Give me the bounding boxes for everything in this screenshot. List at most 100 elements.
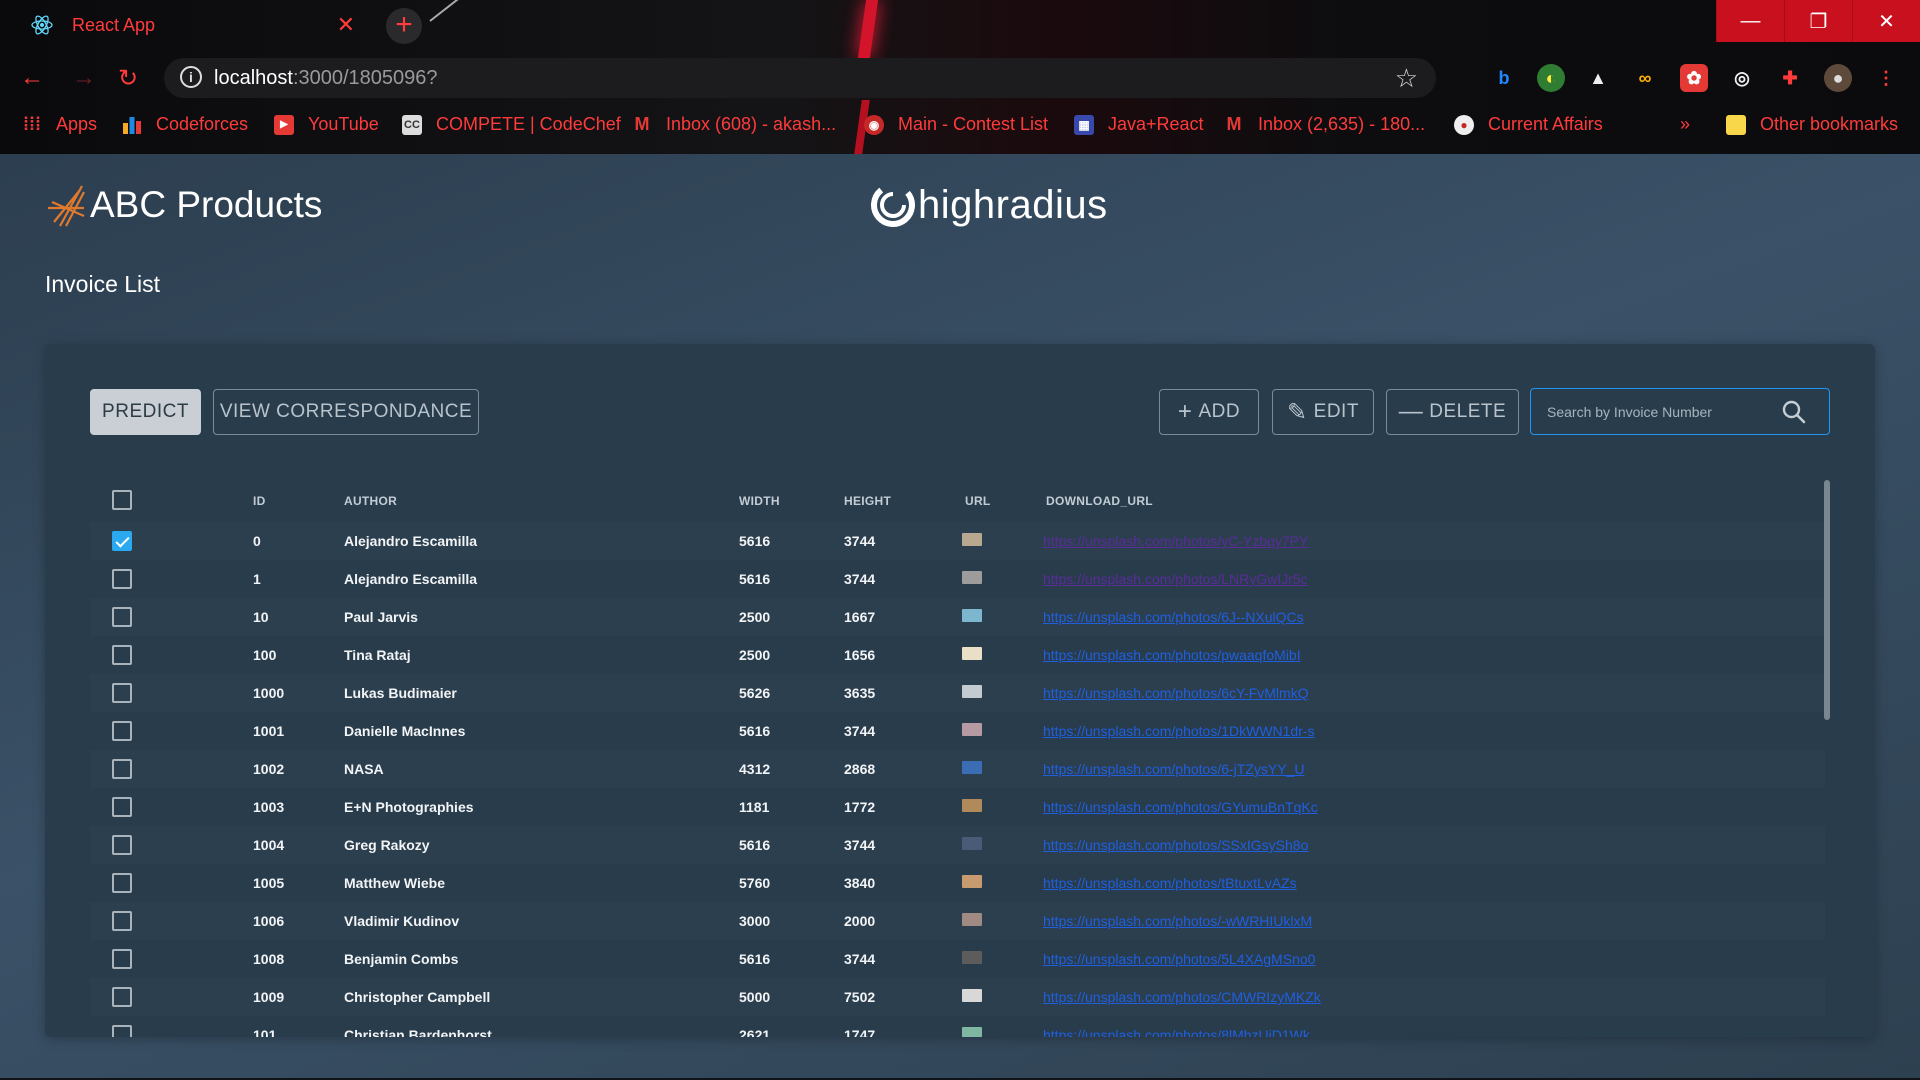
download-url-link[interactable]: https://unsplash.com/photos/LNRyGwIJr5c	[1043, 571, 1308, 587]
search-input[interactable]	[1547, 401, 1767, 423]
bookmark-gmail-1[interactable]: M Inbox (608) - akash...	[632, 114, 837, 135]
new-tab-button[interactable]: +	[386, 8, 422, 44]
infinity-extension-icon[interactable]: ∞	[1631, 64, 1659, 92]
bookmark-codeforces[interactable]: Codeforces	[122, 114, 248, 135]
bookmark-current-affairs[interactable]: ● Current Affairs	[1454, 114, 1603, 135]
reload-icon[interactable]: ↻	[118, 64, 138, 93]
table-row[interactable]: 0 Alejandro Escamilla 5616 3744 https://unsp…	[90, 522, 1825, 560]
row-checkbox[interactable]	[112, 607, 132, 627]
column-header-height[interactable]: HEIGHT	[844, 494, 891, 508]
back-arrow-icon[interactable]: ←	[20, 64, 44, 92]
table-row[interactable]: 10 Paul Jarvis 2500 1667 https://unsplash.co…	[90, 598, 1825, 636]
row-checkbox[interactable]	[112, 645, 132, 665]
download-url-link[interactable]: https://unsplash.com/photos/8lMhzUjD1Wk	[1043, 1027, 1310, 1037]
download-url-link[interactable]: https://unsplash.com/photos/6J--NXulQCs	[1043, 609, 1304, 625]
bookmark-apps[interactable]: ⁞⁞⁞ Apps	[22, 114, 97, 135]
download-url-link[interactable]: https://unsplash.com/photos/6cY-FvMlmkQ	[1043, 685, 1309, 701]
download-url-link[interactable]: https://unsplash.com/photos/pwaaqfoMibI	[1043, 647, 1301, 663]
restore-button[interactable]: ❐	[1784, 0, 1852, 42]
thumbnail-image[interactable]	[962, 951, 982, 964]
forward-arrow-icon[interactable]: →	[72, 64, 96, 92]
row-checkbox[interactable]	[112, 569, 132, 589]
download-url-link[interactable]: https://unsplash.com/photos/CMWRIzyMKZk	[1043, 989, 1321, 1005]
table-row[interactable]: 101 Christian Bardenhorst 2621 1747 https://…	[90, 1016, 1825, 1037]
row-checkbox[interactable]	[112, 531, 132, 551]
row-checkbox[interactable]	[112, 987, 132, 1007]
puzzle-app-extension-icon[interactable]: ✿	[1680, 64, 1708, 92]
download-url-link[interactable]: https://unsplash.com/photos/5L4XAgMSno0	[1043, 951, 1315, 967]
bookmark-star-icon[interactable]: ☆	[1395, 63, 1418, 94]
bookmark-youtube[interactable]: ▶ YouTube	[274, 114, 379, 135]
thumbnail-image[interactable]	[962, 533, 982, 546]
thumbnail-image[interactable]	[962, 989, 982, 1002]
edit-button[interactable]: ✎ EDIT	[1272, 389, 1374, 435]
table-row[interactable]: 1006 Vladimir Kudinov 3000 2000 https://unsp…	[90, 902, 1825, 940]
mountain-extension-icon[interactable]: ▲	[1584, 64, 1612, 92]
download-url-link[interactable]: https://unsplash.com/photos/tBtuxtLvAZs	[1043, 875, 1297, 891]
download-url-link[interactable]: https://unsplash.com/photos/SSxIGsySh8o	[1043, 837, 1308, 853]
table-row[interactable]: 1001 Danielle MacInnes 5616 3744 https://uns…	[90, 712, 1825, 750]
thumbnail-image[interactable]	[962, 685, 982, 698]
table-row[interactable]: 1 Alejandro Escamilla 5616 3744 https://unsp…	[90, 560, 1825, 598]
table-row[interactable]: 1000 Lukas Budimaier 5626 3635 https://unspl…	[90, 674, 1825, 712]
bing-extension-icon[interactable]: b	[1490, 64, 1518, 92]
column-header-width[interactable]: WIDTH	[739, 494, 780, 508]
row-checkbox[interactable]	[112, 949, 132, 969]
download-url-link[interactable]: https://unsplash.com/photos/6-jTZysYY_U	[1043, 761, 1304, 777]
close-tab-icon[interactable]: ✕	[337, 12, 355, 38]
bookmark-contest-list[interactable]: ◉ Main - Contest List	[864, 114, 1048, 135]
download-url-link[interactable]: https://unsplash.com/photos/-wWRHIUklxM	[1043, 913, 1312, 929]
search-icon[interactable]	[1781, 399, 1807, 425]
table-row[interactable]: 1005 Matthew Wiebe 5760 3840 https://unsplas…	[90, 864, 1825, 902]
table-row[interactable]: 100 Tina Rataj 2500 1656 https://unsplash.co…	[90, 636, 1825, 674]
bookmark-gmail-2[interactable]: M Inbox (2,635) - 180...	[1224, 114, 1426, 135]
thumbnail-image[interactable]	[962, 761, 982, 774]
thumbnail-image[interactable]	[962, 647, 982, 660]
download-url-link[interactable]: https://unsplash.com/photos/1DkWWN1dr-s	[1043, 723, 1315, 739]
color-extension-icon[interactable]: ◐	[1537, 64, 1565, 92]
site-info-icon[interactable]: i	[180, 66, 202, 88]
table-row[interactable]: 1008 Benjamin Combs 5616 3744 https://unspla…	[90, 940, 1825, 978]
thumbnail-image[interactable]	[962, 913, 982, 926]
column-header-download-url[interactable]: DOWNLOAD_URL	[1046, 494, 1153, 508]
thumbnail-image[interactable]	[962, 799, 982, 812]
column-header-id[interactable]: ID	[253, 494, 266, 508]
table-row[interactable]: 1004 Greg Rakozy 5616 3744 https://unsplash.…	[90, 826, 1825, 864]
target-extension-icon[interactable]: ◎	[1728, 64, 1756, 92]
extensions-puzzle-icon[interactable]: ✚	[1776, 64, 1804, 92]
address-bar[interactable]: i localhost:3000/1805096? ☆	[164, 58, 1436, 98]
row-checkbox[interactable]	[112, 873, 132, 893]
thumbnail-image[interactable]	[962, 571, 982, 584]
minimize-button[interactable]: —	[1716, 0, 1784, 42]
table-row[interactable]: 1002 NASA 4312 2868 https://unsplash.com/pho…	[90, 750, 1825, 788]
delete-button[interactable]: — DELETE	[1386, 389, 1519, 435]
bookmark-java-react[interactable]: ▦ Java+React	[1074, 114, 1204, 135]
bookmarks-overflow-button[interactable]: »	[1680, 114, 1690, 135]
row-checkbox[interactable]	[112, 1025, 132, 1037]
column-header-author[interactable]: AUTHOR	[344, 494, 397, 508]
view-correspondance-button[interactable]: VIEW CORRESPONDANCE	[213, 389, 479, 435]
other-bookmarks-folder[interactable]: ■ Other bookmarks	[1726, 114, 1898, 135]
menu-kebab-icon[interactable]: ⋮	[1872, 64, 1900, 92]
thumbnail-image[interactable]	[962, 837, 982, 850]
thumbnail-image[interactable]	[962, 723, 982, 736]
table-row[interactable]: 1003 E+N Photographies 1181 1772 https://uns…	[90, 788, 1825, 826]
browser-tab-active[interactable]: React App ✕	[14, 2, 369, 48]
select-all-checkbox[interactable]	[112, 490, 132, 510]
thumbnail-image[interactable]	[962, 609, 982, 622]
profile-avatar[interactable]: ●	[1824, 64, 1852, 92]
table-scrollbar[interactable]	[1824, 480, 1830, 720]
row-checkbox[interactable]	[112, 721, 132, 741]
bookmark-codechef[interactable]: CC COMPETE | CodeChef	[402, 114, 621, 135]
url-text[interactable]: localhost:3000/1805096?	[214, 67, 438, 90]
row-checkbox[interactable]	[112, 759, 132, 779]
row-checkbox[interactable]	[112, 911, 132, 931]
table-row[interactable]: 1009 Christopher Campbell 5000 7502 https://…	[90, 978, 1825, 1016]
row-checkbox[interactable]	[112, 683, 132, 703]
close-window-button[interactable]: ✕	[1852, 0, 1920, 42]
row-checkbox[interactable]	[112, 835, 132, 855]
download-url-link[interactable]: https://unsplash.com/photos/GYumuBnTqKc	[1043, 799, 1318, 815]
add-button[interactable]: + ADD	[1159, 389, 1259, 435]
predict-button[interactable]: PREDICT	[90, 389, 201, 435]
download-url-link[interactable]: https://unsplash.com/photos/yC-Yzbqy7PY	[1043, 533, 1308, 549]
